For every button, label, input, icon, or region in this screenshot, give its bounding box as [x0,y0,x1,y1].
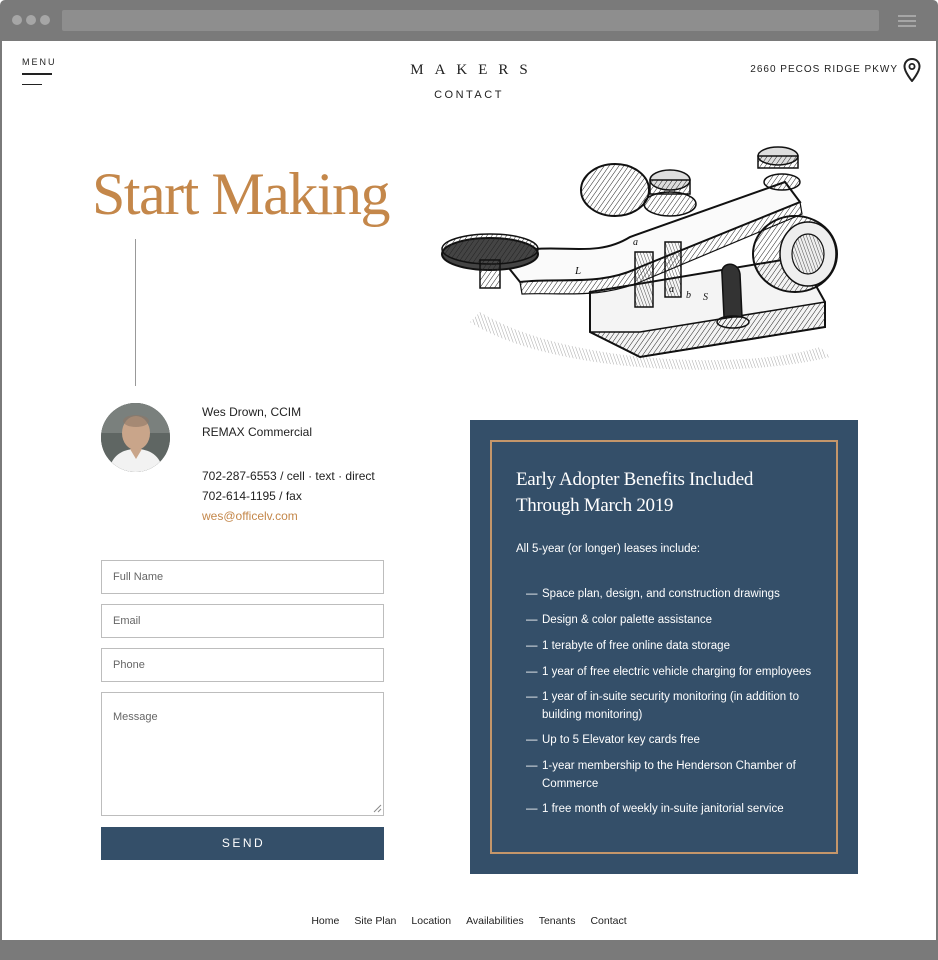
full-name-input[interactable] [101,560,384,594]
benefits-title-line2: Through March 2019 [516,495,674,516]
agent-avatar [101,403,170,472]
page-title: CONTACT [434,89,504,101]
benefit-item: — Design & color palette assistance [526,614,713,626]
footer-link-site-plan[interactable]: Site Plan [354,915,396,927]
telegraph-key-illustration: L a a b S [441,146,838,370]
minimize-dot-icon[interactable] [26,15,36,25]
browser-menu-icon[interactable] [898,15,916,30]
svg-text:a: a [669,284,674,295]
footer-link-availabilities[interactable]: Availabilities [466,915,524,927]
benefit-item: —1 terabyte of free online data storage [526,640,730,652]
address-link[interactable]: 2660 PECOS RIDGE PKWY [750,64,898,75]
benefits-title: Early Adopter Benefits Included Through … [516,467,816,519]
benefit-item: — Space plan, design, and construction dr… [526,588,780,600]
window-controls[interactable] [12,15,50,25]
send-button[interactable]: SEND [101,827,384,860]
footer-link-location[interactable]: Location [411,915,451,927]
phone-input[interactable] [101,648,384,682]
benefits-title-line1: Early Adopter Benefits Included [516,469,754,490]
address-bar[interactable] [62,10,879,31]
footer-nav: Home Site Plan Location Availabilities T… [0,915,938,927]
benefit-item: —1 year of in-suite security monitoring … [526,691,799,721]
footer-link-contact[interactable]: Contact [590,915,626,927]
svg-text:b: b [686,290,691,301]
email-input[interactable] [101,604,384,638]
maximize-dot-icon[interactable] [40,15,50,25]
agent-name: Wes Drown, CCIM [202,405,302,419]
svg-text:a: a [633,237,638,248]
divider-line [135,239,136,386]
message-textarea[interactable] [101,692,384,816]
footer-link-tenants[interactable]: Tenants [539,915,576,927]
footer-link-home[interactable]: Home [311,915,339,927]
benefits-panel: Early Adopter Benefits Included Through … [470,420,858,874]
agent-company: REMAX Commercial [202,425,313,439]
svg-text:L: L [574,265,581,277]
browser-toolbar [0,0,938,41]
benefit-item: — Up to 5 Elevator key cards free [526,734,700,746]
benefits-intro: All 5-year (or longer) leases include: [516,543,701,555]
benefit-item: —1-year membership to the Henderson Cham… [526,760,796,790]
benefit-item: —1 free month of weekly in-suite janitor… [526,803,784,815]
hero-headline: Start Making [92,161,390,227]
agent-phone-cell[interactable]: 702-287-6553 / cell · text · direct [202,469,375,483]
agent-phone-fax: 702-614-1195 / fax [202,489,302,503]
svg-text:S: S [703,292,708,303]
browser-bottom-bar [0,940,938,960]
agent-email-link[interactable]: wes@officelv.com [202,509,298,523]
window-frame-left [0,41,2,940]
benefit-item: —1 year of free electric vehicle chargin… [526,666,812,678]
map-pin-icon[interactable] [903,58,921,82]
resize-grip-icon[interactable] [372,803,382,813]
close-dot-icon[interactable] [12,15,22,25]
